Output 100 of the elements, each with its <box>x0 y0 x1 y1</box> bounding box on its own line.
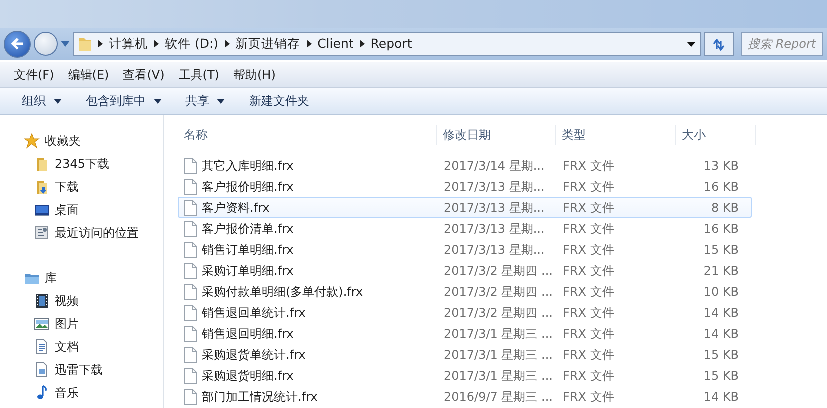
toolbar-button[interactable]: 新建文件夹 <box>249 92 310 110</box>
sidebar-item[interactable]: 下载 <box>55 178 79 196</box>
toolbar-button[interactable]: 共享 <box>186 92 226 110</box>
column-header[interactable]: 名称 <box>164 125 437 145</box>
sidebar-item[interactable]: 音乐 <box>55 384 79 402</box>
toolbar-button[interactable]: 组织 <box>22 92 62 110</box>
refresh-button[interactable] <box>704 32 734 56</box>
file-size: 14 KB <box>704 306 739 320</box>
file-size: 13 KB <box>704 158 739 172</box>
file-date: 2017/3/1 星期三 ... <box>444 368 553 382</box>
file-date: 2017/3/2 星期四 ... <box>444 306 553 320</box>
file-icon <box>184 368 197 384</box>
file-name[interactable]: 销售订单明细.frx <box>202 240 294 258</box>
menu-item[interactable]: 查看(V) <box>123 66 165 84</box>
file-type: FRX 文件 <box>563 200 614 214</box>
breadcrumb-item[interactable]: Report <box>370 34 412 54</box>
file-icon <box>184 220 197 236</box>
file-row[interactable]: 采购退货单统计.frx 2017/3/1 星期三 ... FRX 文件 15 KB <box>178 344 752 365</box>
picture-icon <box>34 316 50 332</box>
breadcrumb-separator-icon[interactable] <box>360 40 365 48</box>
sidebar-item[interactable]: 视频 <box>55 292 79 310</box>
file-date: 2017/3/13 星期... <box>444 200 545 214</box>
caret-icon <box>217 99 226 104</box>
file-type: FRX 文件 <box>563 242 614 256</box>
file-icon <box>184 262 197 278</box>
file-row[interactable]: 采购退货明细.frx 2017/3/1 星期三 ... FRX 文件 15 KB <box>178 365 752 386</box>
menu-item[interactable]: 编辑(E) <box>68 66 110 84</box>
film-icon <box>34 292 50 308</box>
file-date: 2017/3/1 星期三 ... <box>444 348 553 362</box>
dropdown-icon[interactable] <box>687 42 696 46</box>
file-name[interactable]: 采购付款单明细(多单付款).frx <box>202 282 364 300</box>
back-button[interactable] <box>4 30 31 58</box>
breadcrumb-item[interactable]: 计算机 <box>109 34 148 54</box>
breadcrumb-separator-icon[interactable] <box>224 40 230 48</box>
file-name[interactable]: 部门加工情况统计.frx <box>202 388 318 406</box>
file-type: FRX 文件 <box>563 368 614 382</box>
file-icon <box>184 284 197 300</box>
caret-icon <box>54 99 62 104</box>
breadcrumb-separator-icon[interactable] <box>154 40 159 48</box>
file-name[interactable]: 客户报价清单.frx <box>202 220 294 238</box>
file-date: 2017/3/13 星期... <box>444 242 545 256</box>
file-size: 15 KB <box>704 242 739 256</box>
column-header[interactable]: 修改日期 <box>437 125 556 145</box>
file-icon <box>184 304 197 320</box>
menu-item[interactable]: 文件(F) <box>14 66 54 84</box>
file-name[interactable]: 客户报价明细.frx <box>202 178 294 196</box>
file-row[interactable]: 采购订单明细.frx 2017/3/2 星期四 ... FRX 文件 21 KB <box>178 260 752 281</box>
menu-item[interactable]: 帮助(H) <box>234 66 276 84</box>
file-type: FRX 文件 <box>563 284 614 298</box>
file-type: FRX 文件 <box>563 222 614 236</box>
forward-button[interactable] <box>34 32 58 56</box>
file-type: FRX 文件 <box>563 306 614 320</box>
sidebar-item[interactable]: 2345下载 <box>55 154 110 172</box>
file-row[interactable]: 客户资料.frx 2017/3/13 星期... FRX 文件 8 KB <box>178 197 752 218</box>
breadcrumb-item[interactable]: Client <box>318 34 354 54</box>
star-icon <box>24 132 40 148</box>
file-size: 8 KB <box>711 200 739 214</box>
history-dropdown-icon[interactable] <box>61 41 70 47</box>
back-arrow-icon <box>10 37 24 51</box>
file-name[interactable]: 采购订单明细.frx <box>202 262 294 280</box>
breadcrumb-separator-icon[interactable] <box>98 40 103 48</box>
file-size: 14 KB <box>704 326 739 340</box>
sidebar-item[interactable]: 桌面 <box>55 200 79 218</box>
file-name[interactable]: 客户资料.frx <box>202 198 270 216</box>
document-icon <box>34 338 50 354</box>
breadcrumb-item[interactable]: 新页进销存 <box>236 34 301 54</box>
file-size: 10 KB <box>704 284 739 298</box>
sidebar-group-label[interactable]: 收藏夹 <box>45 132 81 150</box>
breadcrumb-item[interactable]: 软件 (D:) <box>165 34 219 54</box>
breadcrumb-separator-icon[interactable] <box>306 40 312 48</box>
file-name[interactable]: 采购退货单统计.frx <box>202 346 306 364</box>
file-icon <box>184 346 197 362</box>
file-size: 14 KB <box>704 390 739 404</box>
file-row[interactable]: 销售订单明细.frx 2017/3/13 星期... FRX 文件 15 KB <box>178 239 752 260</box>
file-row[interactable]: 客户报价清单.frx 2017/3/13 星期... FRX 文件 16 KB <box>178 218 752 239</box>
file-row[interactable]: 销售退回单统计.frx 2017/3/2 星期四 ... FRX 文件 14 KB <box>178 302 752 323</box>
address-bar[interactable]: 计算机 软件 (D:) 新页进销存 Client Report <box>73 32 701 56</box>
file-size: 21 KB <box>704 264 739 278</box>
file-icon <box>184 388 197 404</box>
file-row[interactable]: 采购付款单明细(多单付款).frx 2017/3/2 星期四 ... FRX 文件 10 KB <box>178 281 752 302</box>
menu-item[interactable]: 工具(T) <box>178 66 220 84</box>
toolbar-button[interactable]: 包含到库中 <box>86 92 162 110</box>
sidebar-item[interactable]: 图片 <box>55 314 79 332</box>
file-name[interactable]: 销售退回单统计.frx <box>202 304 306 322</box>
file-size: 15 KB <box>704 368 739 382</box>
file-row[interactable]: 其它入库明细.frx 2017/3/14 星期... FRX 文件 13 KB <box>178 155 752 176</box>
sidebar-group-label[interactable]: 库 <box>45 268 57 286</box>
sidebar-item[interactable]: 最近访问的位置 <box>55 224 139 242</box>
column-header[interactable]: 类型 <box>556 125 676 145</box>
sidebar-item[interactable]: 文档 <box>55 338 79 356</box>
sidebar-item[interactable]: 迅雷下载 <box>55 360 103 378</box>
file-name[interactable]: 其它入库明细.frx <box>202 156 294 174</box>
column-header[interactable]: 大小 <box>676 125 756 145</box>
file-row[interactable]: 销售退回明细.frx 2017/3/1 星期三 ... FRX 文件 14 KB <box>178 323 752 344</box>
file-row[interactable]: 部门加工情况统计.frx 2016/9/7 星期三 ... FRX 文件 14 KB <box>178 386 752 407</box>
file-name[interactable]: 销售退回明细.frx <box>202 324 294 342</box>
file-name[interactable]: 采购退货明细.frx <box>202 366 294 384</box>
file-row[interactable]: 客户报价明细.frx 2017/3/13 星期... FRX 文件 16 KB <box>178 176 752 197</box>
file-type: FRX 文件 <box>563 390 614 404</box>
file-date: 2017/3/2 星期四 ... <box>444 264 553 278</box>
